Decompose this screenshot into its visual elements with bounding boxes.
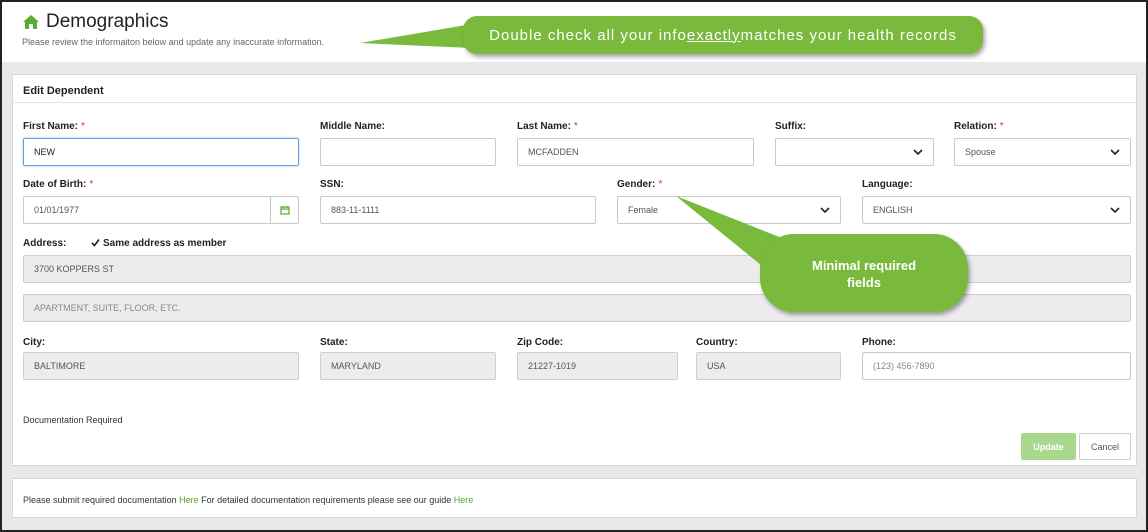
top-callout-pointer (360, 24, 472, 48)
callout-exact-match: Double check all your info exactly match… (463, 16, 983, 54)
callout-required-fields: Minimal required fields (760, 234, 968, 312)
callout-arrows (360, 24, 792, 274)
